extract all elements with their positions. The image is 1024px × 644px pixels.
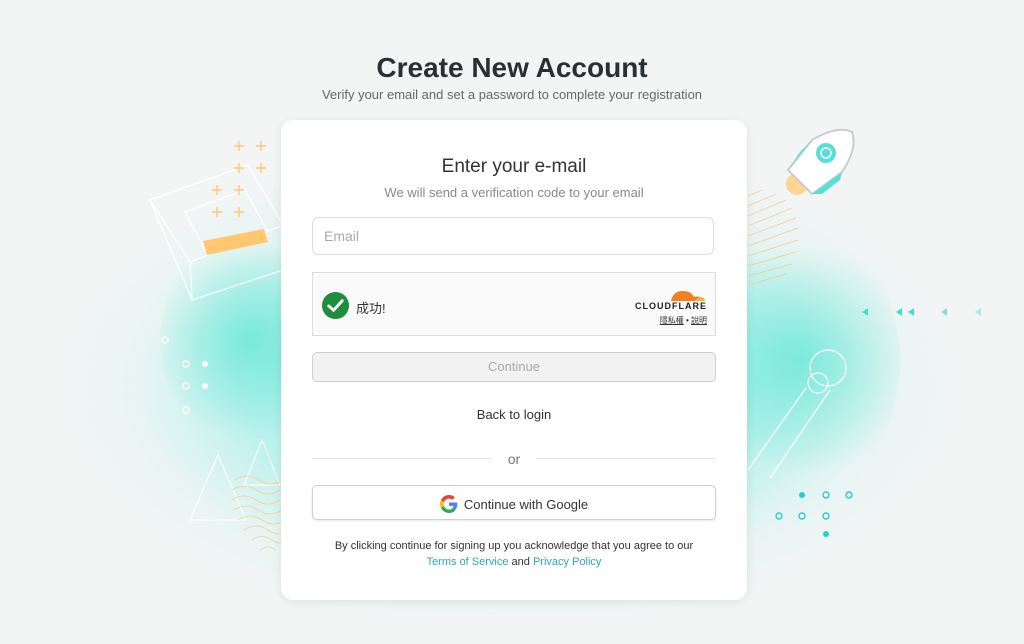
continue-with-google-button[interactable]: Continue with Google	[312, 485, 716, 520]
page-title: Create New Account	[376, 52, 648, 83]
captcha-links: 隱私權 • 說明	[660, 315, 707, 326]
terms-prefix: By clicking continue for signing up you …	[334, 540, 694, 552]
plus-signs	[212, 141, 266, 217]
success-check-icon	[321, 291, 350, 320]
back-to-login-link[interactable]: Back to login	[281, 407, 747, 422]
captcha-link-separator: •	[685, 316, 689, 325]
continue-button[interactable]: Continue	[312, 352, 716, 382]
captcha-widget[interactable]: 成功! CLOUDFLARE 隱私權 • 說明	[312, 272, 716, 336]
page-subtitle: Verify your email and set a password to …	[321, 87, 703, 102]
card-subtitle: We will send a verification code to your…	[384, 185, 644, 200]
privacy-policy-link[interactable]: Privacy Policy	[533, 556, 601, 568]
google-button-label: Continue with Google	[463, 497, 589, 512]
google-icon	[439, 495, 458, 513]
cloudflare-brand: CLOUDFLARE	[635, 301, 707, 311]
captcha-help-link[interactable]: 說明	[691, 316, 707, 325]
email-input[interactable]	[312, 217, 714, 255]
box-yellow-band	[203, 229, 268, 255]
terms-notice: By clicking continue for signing up you …	[301, 538, 727, 570]
card-title: Enter your e-mail	[441, 156, 587, 177]
terms-and: and	[511, 556, 530, 568]
captcha-privacy-link[interactable]: 隱私權	[660, 316, 684, 325]
terms-of-service-link[interactable]: Terms of Service	[427, 556, 509, 568]
left-dots	[161, 336, 190, 414]
divider-right	[536, 458, 716, 459]
registration-card: Enter your e-mail We will send a verific…	[281, 120, 747, 600]
rocket-illustration	[786, 128, 855, 196]
captcha-status-text: 成功!	[356, 301, 386, 316]
or-separator: or	[507, 451, 521, 467]
